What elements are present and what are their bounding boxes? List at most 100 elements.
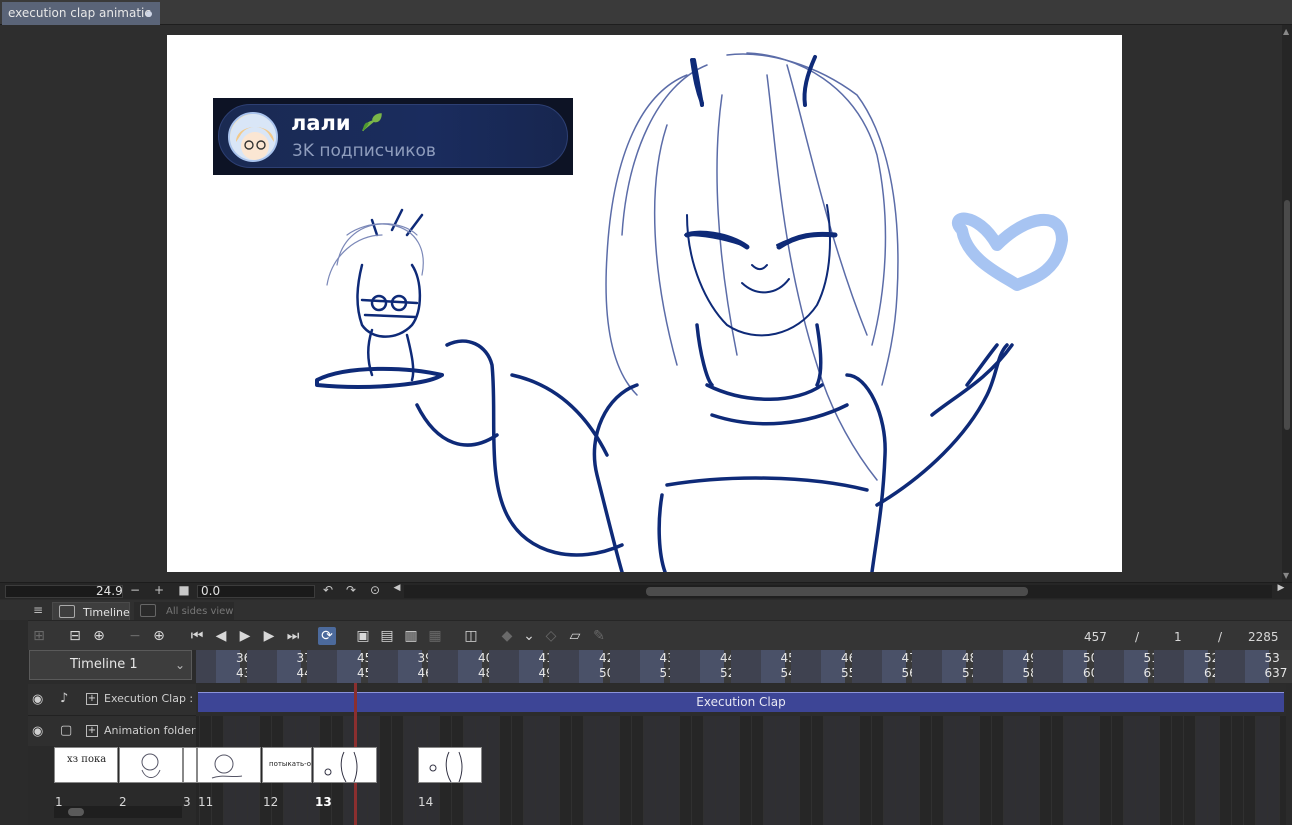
folder-icon: ▢ — [60, 723, 73, 738]
cel-thumbnail-1[interactable]: хз пока — [54, 747, 118, 783]
new-timeline-icon[interactable]: ⊟ — [66, 627, 84, 645]
frame-column — [1256, 716, 1268, 825]
frame-column — [920, 716, 932, 825]
horizontal-scroll-thumb[interactable] — [646, 587, 1028, 596]
onion-skin-icon[interactable]: ◫ — [462, 627, 480, 645]
timeline-toolbar: ⊞ ⊟ ⊕ − ⊕ ⏮ ◀ ▶ ▶ ⏭ ⟳ ▣ ▤ ▥ ▦ ◫ ◆ ⌄ ◇ ▱ … — [28, 620, 1292, 650]
specify-cel-icon[interactable]: ▤ — [378, 627, 396, 645]
keyframe-icon[interactable]: ◆ — [498, 627, 516, 645]
cel-list-icon[interactable]: ▥ — [402, 627, 420, 645]
unsaved-dot-icon[interactable] — [146, 11, 152, 17]
thumbnail-scroll-thumb[interactable] — [68, 808, 84, 816]
left-gutter — [0, 620, 28, 825]
scroll-right-icon[interactable]: ▶ — [1274, 583, 1288, 593]
zoom-in-timeline-icon[interactable]: ⊕ — [150, 627, 168, 645]
frame-separator-1: / — [1135, 630, 1140, 644]
last-frame-icon[interactable]: ⏭ — [284, 627, 302, 645]
frame-column — [848, 716, 860, 825]
animation-folder-header[interactable]: ◉ ▢ + Animation folder : 14 — [28, 716, 196, 746]
thumb-note: хз пока — [67, 754, 107, 765]
frame-column — [884, 716, 896, 825]
navigator-bar: 24.9 − + ■ 0.0 ↶ ↷ ⊙ ◀ ▶ — [0, 582, 1292, 599]
reset-rotation-icon[interactable]: ⊙ — [368, 583, 382, 597]
zoom-value[interactable]: 24.9 — [96, 584, 123, 598]
new-animation-cel-icon[interactable]: ▣ — [354, 627, 372, 645]
graph-icon[interactable]: ⊞ — [30, 627, 48, 645]
keyframe-dropdown-icon[interactable]: ⌄ — [520, 627, 538, 645]
pen-icon[interactable]: ✎ — [590, 627, 608, 645]
panel-menu-icon[interactable]: ≡ — [33, 603, 43, 617]
cel-thumbnail-2[interactable] — [119, 747, 183, 783]
cel-thumbnail-14[interactable] — [418, 747, 482, 783]
cel-thumbnail-3[interactable] — [183, 747, 197, 783]
zoom-out-button[interactable]: − — [128, 583, 142, 597]
rotate-left-icon[interactable]: ↶ — [321, 583, 335, 597]
frame-column — [728, 716, 740, 825]
frame-column — [860, 716, 872, 825]
vertical-scroll-thumb[interactable] — [1284, 200, 1290, 430]
zoom-out-timeline-icon[interactable]: − — [126, 627, 144, 645]
frame-column — [1244, 716, 1256, 825]
thumbnail-scrollbar[interactable] — [54, 806, 182, 818]
document-tab-title: execution clap animatic — [8, 6, 151, 20]
ruler-band — [912, 650, 942, 683]
profile-pill: лали 3K подписчиков — [218, 104, 568, 168]
delete-cel-icon[interactable]: ▦ — [426, 627, 444, 645]
canvas-paper[interactable]: лали 3K подписчиков — [167, 35, 1122, 572]
frame-column — [752, 716, 764, 825]
rotation-value[interactable]: 0.0 — [201, 584, 220, 598]
cel-thumbnail-13[interactable] — [313, 747, 377, 783]
cel-thumbnail-11[interactable] — [197, 747, 261, 783]
document-tab[interactable]: execution clap animatic — [2, 2, 160, 25]
frame-column — [1052, 716, 1064, 825]
expand-icon[interactable]: + — [86, 693, 98, 705]
scroll-left-icon[interactable]: ◀ — [390, 583, 404, 593]
canvas-vertical-scrollbar[interactable]: ▲ ▼ — [1282, 25, 1292, 582]
reset-view-button[interactable]: ■ — [177, 583, 191, 597]
zoom-in-button[interactable]: + — [152, 583, 166, 597]
camera-work-icon[interactable]: ▱ — [566, 627, 584, 645]
audio-clip[interactable]: Execution Clap — [198, 692, 1284, 712]
audio-track-header[interactable]: ◉ ♪ + Execution Clap : Volume — [28, 684, 196, 716]
frame-column — [1136, 716, 1148, 825]
frame-column — [716, 716, 728, 825]
cel-thumbnail-12[interactable]: потыкать-о — [262, 747, 312, 783]
frame-column — [956, 716, 968, 825]
frame-column — [908, 716, 920, 825]
first-frame-icon[interactable]: ⏮ — [188, 627, 206, 645]
eye-icon[interactable]: ◉ — [32, 692, 43, 707]
timeline-select[interactable]: Timeline 1 ⌄ — [29, 650, 192, 680]
chevron-down-icon[interactable]: ⌄ — [175, 651, 185, 679]
loop-icon[interactable]: ⟳ — [318, 627, 336, 645]
eye-icon[interactable]: ◉ — [32, 724, 43, 739]
scroll-up-icon[interactable]: ▲ — [1283, 27, 1289, 36]
previous-frame-icon[interactable]: ◀ — [212, 627, 230, 645]
cel-label-14: 14 — [418, 795, 434, 809]
ruler-frame-label: 637 — [1264, 666, 1288, 680]
canvas-area[interactable]: лали 3K подписчиков ▲ ▼ — [0, 25, 1292, 582]
expand-icon[interactable]: + — [86, 725, 98, 737]
timeline-settings-icon[interactable]: ⊕ — [90, 627, 108, 645]
frame-column — [1268, 716, 1280, 825]
frame-column — [680, 716, 692, 825]
timeline-ruler[interactable]: 3643337445457457394694048141493425054351… — [196, 650, 1292, 683]
scroll-down-icon[interactable]: ▼ — [1283, 571, 1289, 580]
frame-column — [1064, 716, 1076, 825]
girl-face — [684, 204, 833, 337]
audio-lane[interactable]: Execution Clap — [196, 684, 1286, 716]
tab-all-sides-view[interactable]: All sides view — [134, 602, 234, 620]
app-window: execution clap animatic лали 3K подписчи… — [0, 0, 1292, 825]
held-plate — [315, 366, 444, 389]
total-frames: 2285 — [1248, 630, 1279, 644]
canvas-horizontal-scrollbar[interactable] — [404, 585, 1272, 598]
frame-column — [836, 716, 848, 825]
frame-column — [548, 716, 560, 825]
frame-column — [812, 716, 824, 825]
play-icon[interactable]: ▶ — [236, 627, 254, 645]
rotate-right-icon[interactable]: ↷ — [344, 583, 358, 597]
next-frame-icon[interactable]: ▶ — [260, 627, 278, 645]
frame-separator-2: / — [1218, 630, 1223, 644]
ruler-band — [1093, 650, 1124, 683]
tab-timeline[interactable]: Timeline — [52, 602, 130, 620]
clear-keyframe-icon[interactable]: ◇ — [542, 627, 560, 645]
